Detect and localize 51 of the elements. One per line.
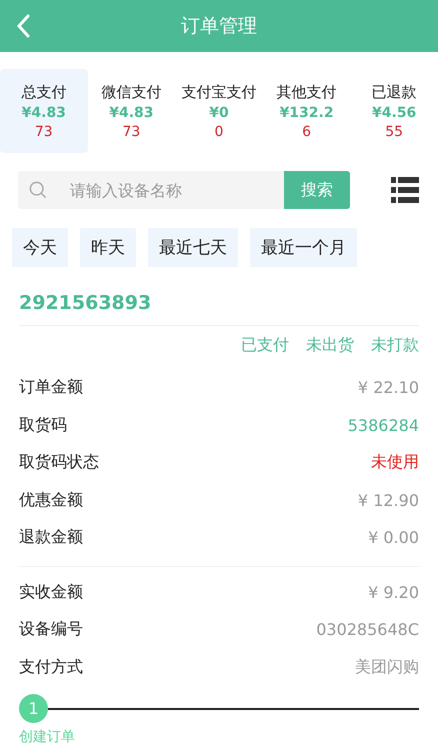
order-number: 2921563893	[19, 267, 419, 326]
field-value: ¥ 12.90	[358, 490, 419, 510]
step-number: 1	[19, 694, 48, 723]
payment-tab[interactable]: 已退款 ¥4.56 55	[350, 69, 438, 153]
payment-tab[interactable]: 微信支付 ¥4.83 73	[88, 69, 176, 153]
tab-amount: ¥4.83	[22, 104, 66, 120]
tab-count: 73	[122, 124, 140, 140]
tab-count: 6	[302, 124, 312, 140]
date-filter-button[interactable]: 今天	[12, 228, 68, 267]
field-value: 5386284	[348, 416, 419, 435]
field-value: 美团闪购	[355, 656, 419, 678]
tab-label: 已退款	[372, 82, 417, 102]
field-label: 取货码状态	[19, 452, 99, 474]
field-value: 未使用	[371, 452, 419, 474]
field-label: 支付方式	[19, 656, 83, 678]
search-icon	[29, 181, 47, 199]
tab-amount: ¥132.2	[280, 104, 334, 120]
step-label: 创建订单	[19, 728, 75, 746]
status-label: 未出货	[306, 335, 354, 356]
payment-tab[interactable]: 其他支付 ¥132.2 6	[262, 69, 350, 153]
field-label: 退款金额	[19, 527, 83, 548]
tab-label: 总支付	[21, 82, 66, 102]
date-filter-button[interactable]: 最近一个月	[250, 228, 357, 267]
tab-label: 支付宝支付	[181, 82, 256, 102]
status-label: 未打款	[371, 335, 419, 356]
tab-label: 微信支付	[101, 82, 162, 102]
date-filter-button[interactable]: 最近七天	[148, 228, 238, 267]
date-filter-button[interactable]: 昨天	[80, 228, 136, 267]
field-label: 优惠金额	[19, 490, 83, 511]
field-value: ¥ 22.10	[358, 378, 419, 398]
tab-amount: ¥0	[209, 104, 229, 120]
list-icon	[391, 177, 419, 203]
tab-count: 55	[385, 124, 404, 140]
payment-tab[interactable]: 总支付 ¥4.83 73	[0, 69, 88, 153]
field-label: 实收金额	[19, 582, 83, 603]
back-icon	[16, 14, 30, 38]
field-value: ¥ 0.00	[368, 528, 419, 548]
field-value: ¥ 9.20	[368, 582, 419, 602]
field-label: 设备编号	[19, 619, 83, 640]
tab-amount: ¥4.56	[372, 104, 416, 120]
status-label: 已支付	[241, 335, 289, 356]
field-label: 取货码	[19, 414, 67, 436]
payment-tab[interactable]: 支付宝支付 ¥0 0	[175, 69, 263, 153]
tab-label: 其他支付	[276, 82, 337, 102]
field-label: 订单金额	[19, 377, 83, 398]
tab-count: 73	[34, 124, 53, 140]
tab-count: 0	[214, 124, 224, 140]
field-value: 030285648C	[316, 620, 419, 640]
tab-amount: ¥4.83	[109, 104, 154, 120]
page-title: 订单管理	[181, 14, 257, 39]
back-button[interactable]	[14, 12, 32, 40]
